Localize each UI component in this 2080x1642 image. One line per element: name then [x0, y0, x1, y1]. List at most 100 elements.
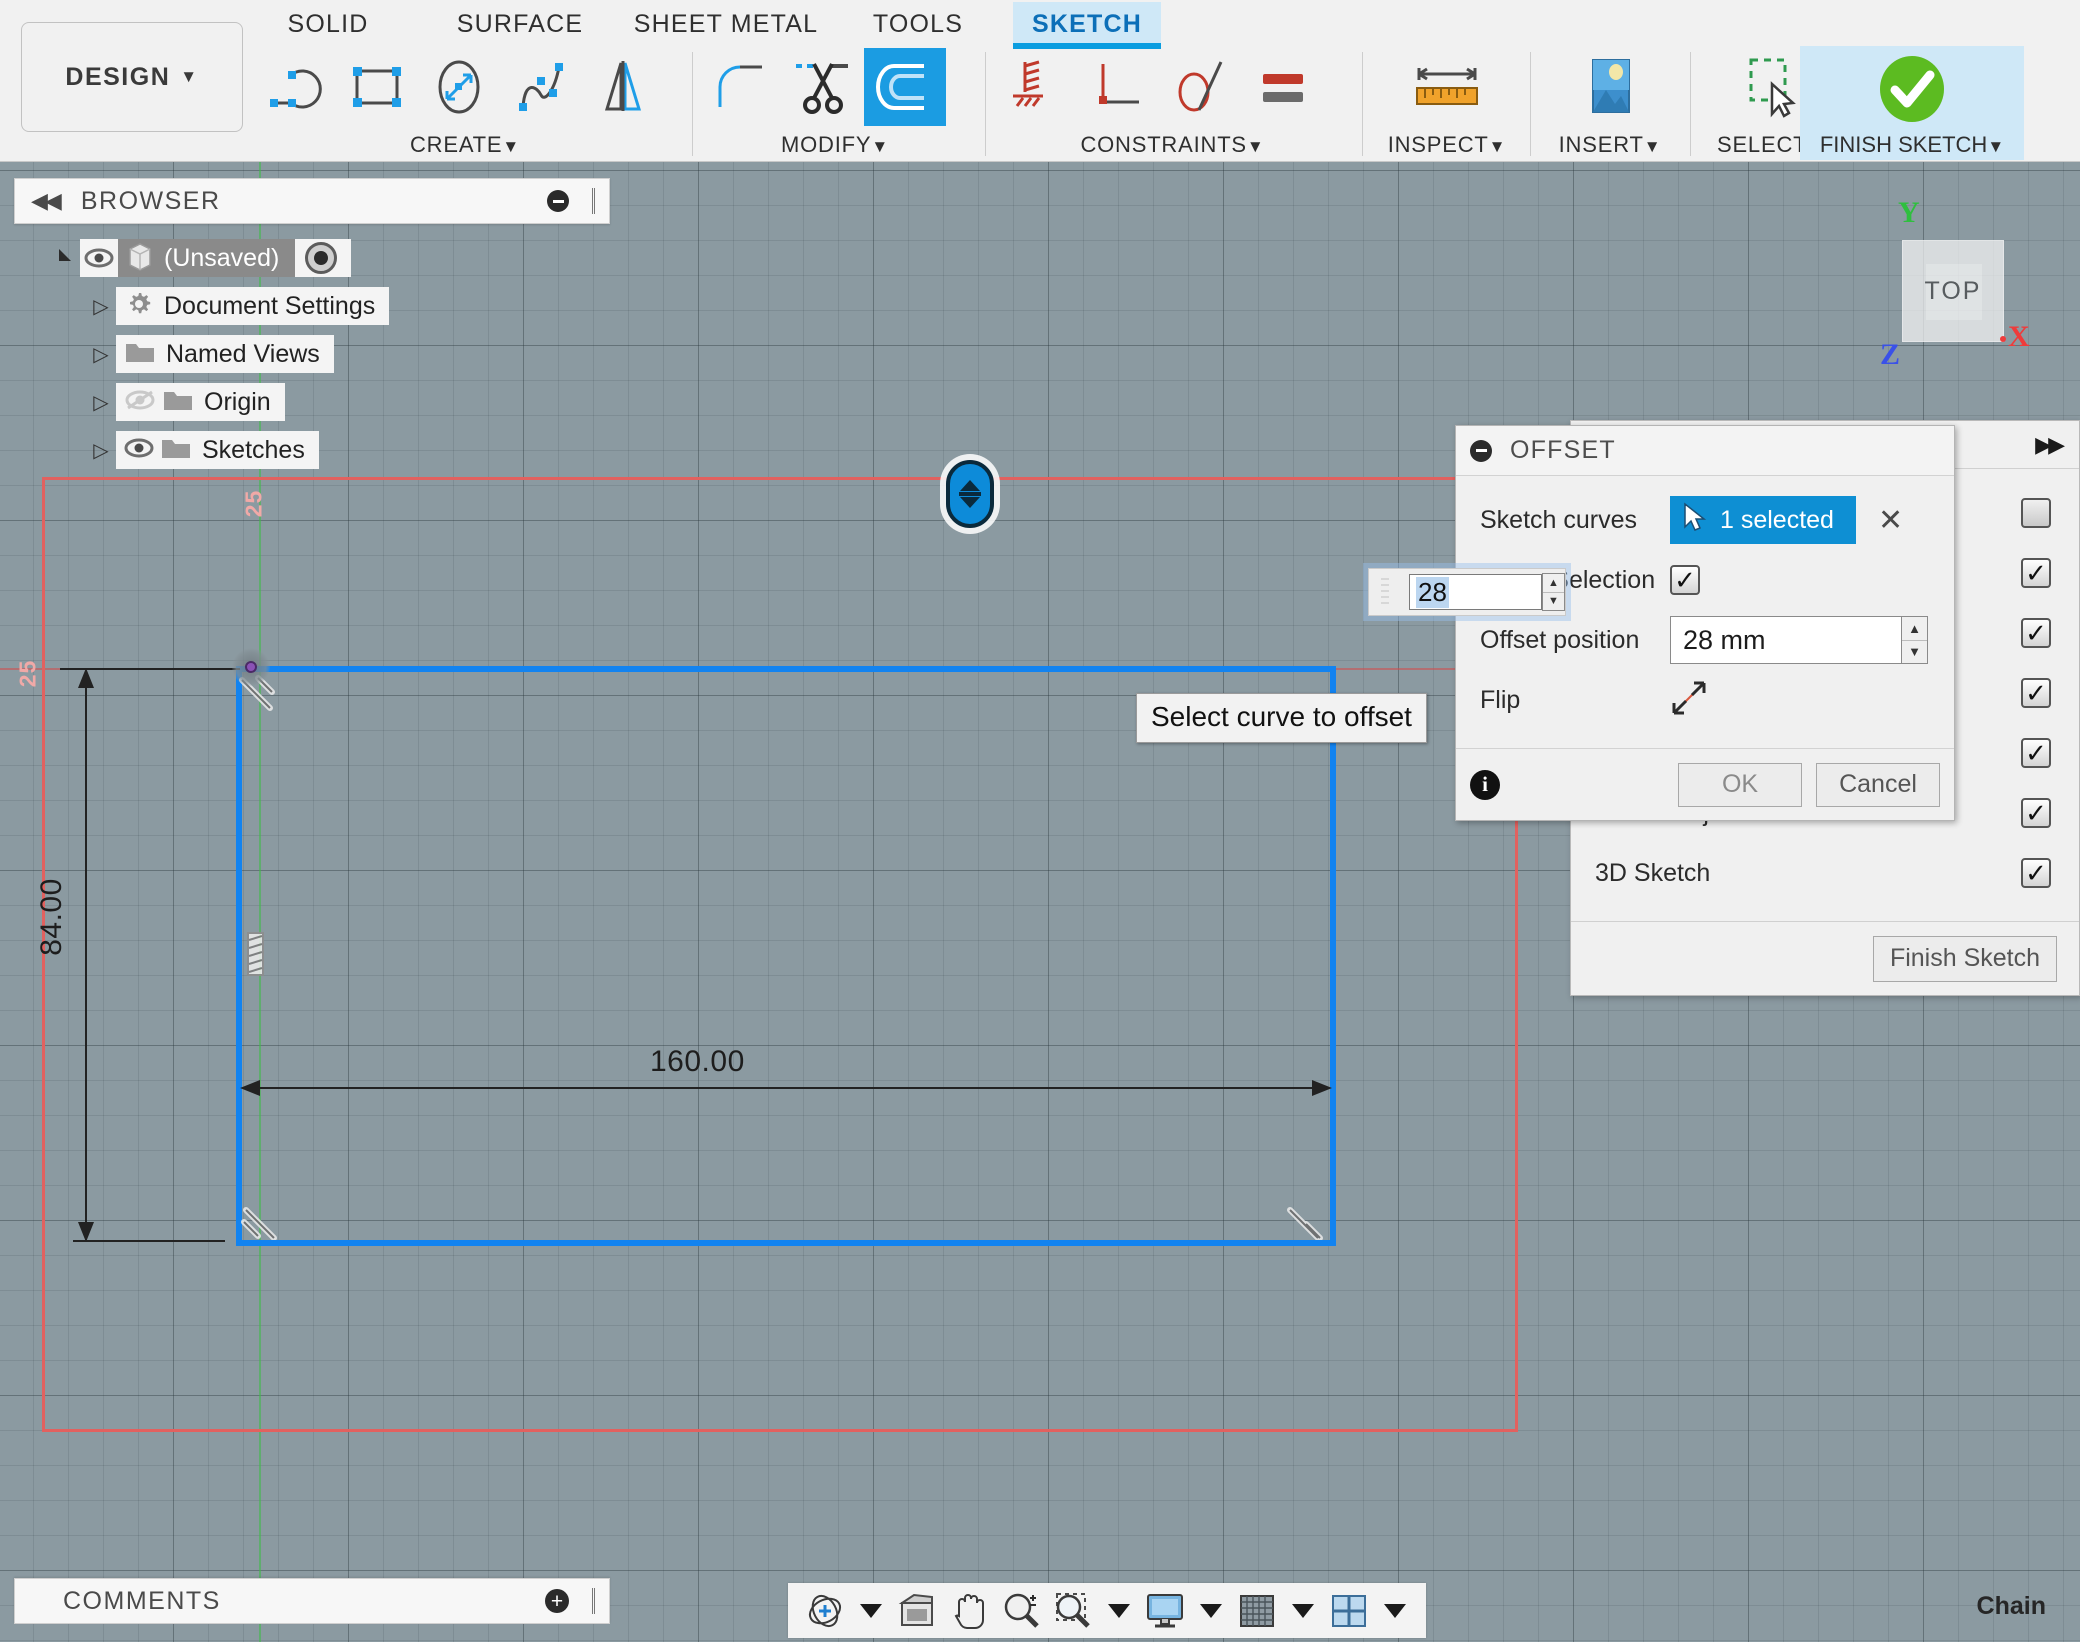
spinner-down-icon[interactable]: ▼ [1902, 641, 1927, 664]
offset-position-input[interactable]: 28 mm [1670, 616, 1902, 664]
visibility-eye-icon[interactable] [116, 438, 154, 463]
expand-arrow-origin[interactable]: ▷ [86, 390, 116, 415]
browser-panel-header[interactable]: ◀◀ BROWSER [14, 178, 610, 224]
clear-selection-icon[interactable]: ✕ [1878, 503, 1903, 538]
tab-sketch[interactable]: SKETCH [1013, 2, 1161, 49]
mirror-icon[interactable] [583, 48, 665, 126]
measure-ruler-icon[interactable] [1406, 48, 1488, 126]
tree-row-origin[interactable]: ▷ Origin [14, 378, 610, 426]
display-settings-dropdown-caret-icon[interactable] [1200, 1603, 1222, 1618]
value-spinner-up-icon[interactable]: ▲ [1542, 574, 1564, 593]
perpendicular-constraint-icon-3[interactable] [1282, 1196, 1326, 1240]
fillet-icon[interactable] [700, 48, 782, 126]
value-input-spinner[interactable]: ▲ ▼ [1541, 573, 1565, 611]
expand-right-icon[interactable]: ▶▶ [2035, 432, 2065, 458]
spline-icon[interactable] [501, 48, 583, 126]
flip-arrows-icon[interactable] [1670, 679, 1708, 722]
tree-row-unsaved[interactable]: (Unsaved) [14, 234, 610, 282]
value-input-handle[interactable] [1375, 573, 1409, 613]
tree-chip-origin[interactable]: Origin [116, 383, 285, 421]
tangent-constraint-icon[interactable] [1159, 48, 1241, 126]
palette-checkbox-3d-sketch[interactable]: ✓ [2021, 858, 2051, 888]
equal-constraint-icon[interactable] [1241, 48, 1323, 126]
look-at-icon[interactable] [892, 1588, 942, 1634]
chain-selection-checkbox[interactable]: ✓ [1670, 565, 1700, 595]
plus-circle-icon[interactable]: + [545, 1589, 569, 1613]
offset-dialog-header[interactable]: OFFSET [1456, 426, 1954, 476]
palette-checkbox-show-projected-geometries[interactable]: ✓ [2021, 798, 2051, 828]
tree-chip-named-views[interactable]: Named Views [116, 335, 334, 373]
panel-inspect-label[interactable]: INSPECT▼ [1372, 132, 1522, 158]
zoom-window-dropdown-caret-icon[interactable] [1108, 1603, 1130, 1618]
offset-drag-handle[interactable] [946, 460, 994, 528]
palette-checkbox-show-dimensions[interactable]: ✓ [2021, 678, 2051, 708]
minus-circle-icon[interactable] [547, 190, 569, 212]
trim-scissors-icon[interactable] [782, 48, 864, 126]
panel-create-label[interactable]: CREATE▼ [255, 132, 675, 158]
expand-arrow-sketches[interactable]: ▷ [86, 438, 116, 463]
pan-hand-icon[interactable] [944, 1588, 994, 1634]
display-settings-icon[interactable] [1140, 1588, 1190, 1634]
dimension-value-height[interactable]: 84.00 [35, 862, 69, 972]
tree-row-sketches[interactable]: ▷ Sketches [14, 426, 610, 474]
orbit-dropdown-caret-icon[interactable] [860, 1603, 882, 1618]
cancel-button[interactable]: Cancel [1816, 762, 1940, 807]
tab-tools[interactable]: TOOLS [850, 2, 986, 46]
tree-chip-unsaved[interactable]: (Unsaved) [80, 239, 352, 277]
grid-snaps-icon[interactable] [1232, 1588, 1282, 1634]
value-input-field[interactable]: 28 [1409, 574, 1542, 610]
spinner-up-icon[interactable]: ▲ [1902, 617, 1927, 641]
ok-button[interactable]: OK [1678, 762, 1802, 807]
palette-checkbox-show-constraints[interactable]: ✓ [2021, 738, 2051, 768]
tree-chip-document-settings[interactable]: Document Settings [116, 287, 390, 325]
offset-icon[interactable] [864, 48, 946, 126]
orbit-icon[interactable] [800, 1588, 850, 1634]
offset-position-spinner[interactable]: ▲ ▼ [1902, 616, 1928, 664]
tree-row-named-views[interactable]: ▷ Named Views [14, 330, 610, 378]
zoom-icon[interactable] [996, 1588, 1046, 1634]
tab-solid[interactable]: SOLID [263, 2, 393, 46]
tab-surface[interactable]: SURFACE [435, 2, 605, 46]
zoom-window-icon[interactable] [1048, 1588, 1098, 1634]
activate-component-radio[interactable] [305, 242, 338, 274]
panel-constraints-label[interactable]: CONSTRAINTS▼ [995, 132, 1350, 158]
palette-row-3d-sketch[interactable]: 3D Sketch ✓ [1571, 843, 2079, 903]
palette-checkbox-show-profile[interactable]: ✓ [2021, 558, 2051, 588]
visibility-off-eye-icon[interactable] [116, 389, 156, 416]
expand-arrow-document-settings[interactable]: ▷ [86, 294, 116, 319]
rectangle-icon[interactable] [337, 48, 419, 126]
visibility-eye-icon[interactable] [80, 248, 118, 268]
finish-sketch-button[interactable]: FINISH SKETCH▼ [1800, 46, 2024, 160]
panel-modify-label[interactable]: MODIFY▼ [700, 132, 970, 158]
ellipse-icon[interactable] [419, 48, 501, 126]
tree-nameplate-unsaved[interactable]: (Unsaved) [118, 239, 296, 277]
palette-checkbox-slice[interactable]: ✓ [2021, 498, 2051, 528]
palette-checkbox-show-points[interactable]: ✓ [2021, 618, 2051, 648]
perpendicular-constraint-icon[interactable] [1077, 48, 1159, 126]
dimension-value-width[interactable]: 160.00 [650, 1045, 745, 1079]
tree-chip-sketches[interactable]: Sketches [116, 431, 319, 469]
insert-image-icon[interactable] [1569, 48, 1651, 126]
inline-value-input[interactable]: 28 ▲ ▼ [1368, 568, 1566, 616]
viewports-icon[interactable] [1324, 1588, 1374, 1634]
comments-resize-grip[interactable] [592, 1588, 595, 1614]
view-cube[interactable]: TOP [1902, 240, 2004, 342]
fix-constraint-icon[interactable] [995, 48, 1077, 126]
origin-point[interactable] [245, 661, 257, 673]
expand-arrow-named-views[interactable]: ▷ [86, 342, 116, 367]
expand-collapse-arrow[interactable] [50, 245, 80, 271]
arc-icon[interactable] [255, 48, 337, 126]
info-icon[interactable]: i [1470, 769, 1500, 800]
tab-sheet-metal[interactable]: SHEET METAL [616, 2, 836, 46]
tree-row-document-settings[interactable]: ▷ Document Settings [14, 282, 610, 330]
sketch-curves-selection-button[interactable]: 1 selected [1670, 496, 1856, 544]
perpendicular-constraint-icon-2[interactable] [238, 1196, 282, 1240]
palette-finish-sketch-button[interactable]: Finish Sketch [1872, 935, 2057, 982]
panel-insert-label[interactable]: INSERT▼ [1538, 132, 1682, 158]
comments-panel-header[interactable]: COMMENTS + [14, 1578, 610, 1624]
minus-circle-icon[interactable] [1470, 439, 1492, 462]
selected-sketch-rectangle[interactable] [236, 666, 1336, 1246]
collapse-icon[interactable]: ◀◀ [31, 188, 62, 214]
equal-constraint-icon[interactable] [243, 930, 269, 978]
panel-resize-grip[interactable] [592, 188, 595, 214]
